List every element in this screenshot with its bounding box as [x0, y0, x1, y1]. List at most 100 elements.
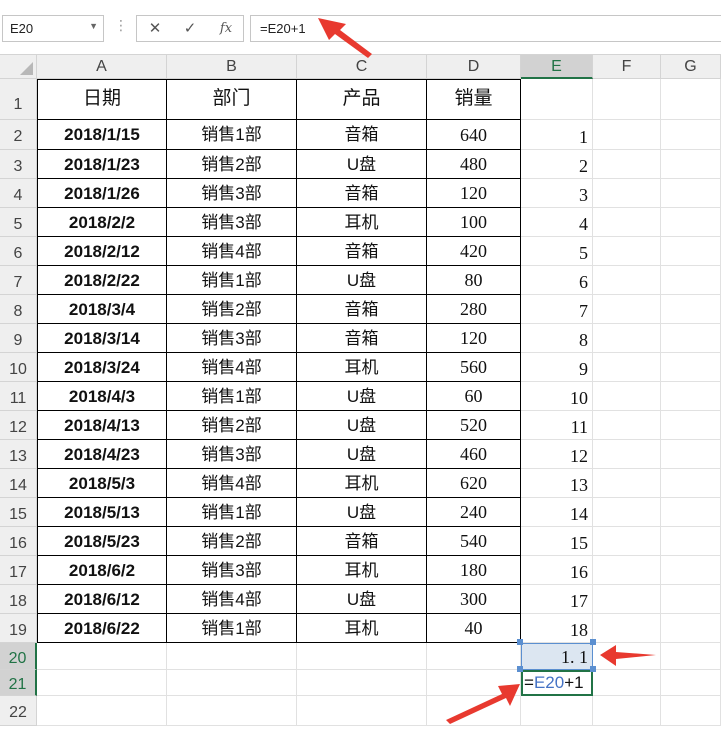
cell-g2[interactable] — [661, 120, 721, 150]
active-cell-e21[interactable]: =E20+1 — [521, 670, 593, 696]
cell-f7[interactable] — [593, 266, 661, 295]
cell-d10[interactable]: 560 — [427, 353, 521, 382]
column-header-g[interactable]: G — [661, 55, 721, 79]
selection-handle-br[interactable] — [590, 666, 596, 672]
cell-a4[interactable]: 2018/1/26 — [37, 179, 167, 208]
cell-a14[interactable]: 2018/5/3 — [37, 469, 167, 498]
cell-a12[interactable]: 2018/4/13 — [37, 411, 167, 440]
cell-b8[interactable]: 销售2部 — [167, 295, 297, 324]
cell-c16[interactable]: 音箱 — [297, 527, 427, 556]
cell-f16[interactable] — [593, 527, 661, 556]
cell-c9[interactable]: 音箱 — [297, 324, 427, 353]
cell-e2[interactable]: 1 — [521, 120, 593, 150]
cell-f4[interactable] — [593, 179, 661, 208]
cell-f18[interactable] — [593, 585, 661, 614]
selection-handle-bl[interactable] — [517, 666, 523, 672]
cell-e6[interactable]: 5 — [521, 237, 593, 266]
cell-a2[interactable]: 2018/1/15 — [37, 120, 167, 150]
cell-f10[interactable] — [593, 353, 661, 382]
row-header-8[interactable]: 8 — [0, 295, 37, 324]
cell-c7[interactable]: U盘 — [297, 266, 427, 295]
cell-f11[interactable] — [593, 382, 661, 411]
cell-a15[interactable]: 2018/5/13 — [37, 498, 167, 527]
cell-g15[interactable] — [661, 498, 721, 527]
cell-g17[interactable] — [661, 556, 721, 585]
cell-e16[interactable]: 15 — [521, 527, 593, 556]
cell-f22[interactable] — [593, 696, 661, 726]
row-header-6[interactable]: 6 — [0, 237, 37, 266]
row-header-13[interactable]: 13 — [0, 440, 37, 469]
cell-d16[interactable]: 540 — [427, 527, 521, 556]
insert-function-icon[interactable]: fx — [214, 19, 238, 39]
column-header-b[interactable]: B — [167, 55, 297, 79]
cell-f21[interactable] — [593, 670, 661, 696]
cell-g14[interactable] — [661, 469, 721, 498]
row-header-1[interactable]: 1 — [0, 79, 37, 120]
cell-c20[interactable] — [297, 643, 427, 670]
cell-g7[interactable] — [661, 266, 721, 295]
column-header-a[interactable]: A — [37, 55, 167, 79]
cell-b19[interactable]: 销售1部 — [167, 614, 297, 643]
cell-g21[interactable] — [661, 670, 721, 696]
drag-handle-icon[interactable]: ⋮ — [114, 18, 128, 32]
cell-b10[interactable]: 销售4部 — [167, 353, 297, 382]
cell-e4[interactable]: 3 — [521, 179, 593, 208]
cell-a13[interactable]: 2018/4/23 — [37, 440, 167, 469]
cell-a5[interactable]: 2018/2/2 — [37, 208, 167, 237]
cell-b2[interactable]: 销售1部 — [167, 120, 297, 150]
cell-b16[interactable]: 销售2部 — [167, 527, 297, 556]
selection-handle-tr[interactable] — [590, 639, 596, 645]
cell-c22[interactable] — [297, 696, 427, 726]
cell-b13[interactable]: 销售3部 — [167, 440, 297, 469]
cell-b4[interactable]: 销售3部 — [167, 179, 297, 208]
cell-g12[interactable] — [661, 411, 721, 440]
cell-d5[interactable]: 100 — [427, 208, 521, 237]
cell-c13[interactable]: U盘 — [297, 440, 427, 469]
cell-b11[interactable]: 销售1部 — [167, 382, 297, 411]
confirm-icon[interactable]: ✓ — [178, 19, 202, 39]
row-header-2[interactable]: 2 — [0, 120, 37, 150]
cell-b3[interactable]: 销售2部 — [167, 150, 297, 179]
cell-g6[interactable] — [661, 237, 721, 266]
cell-a7[interactable]: 2018/2/22 — [37, 266, 167, 295]
cell-e1[interactable] — [521, 79, 593, 120]
cell-g3[interactable] — [661, 150, 721, 179]
selection-handle-tl[interactable] — [517, 639, 523, 645]
cell-b14[interactable]: 销售4部 — [167, 469, 297, 498]
row-header-22[interactable]: 22 — [0, 696, 37, 726]
cell-g8[interactable] — [661, 295, 721, 324]
cell-d12[interactable]: 520 — [427, 411, 521, 440]
row-header-5[interactable]: 5 — [0, 208, 37, 237]
cell-e13[interactable]: 12 — [521, 440, 593, 469]
cell-c6[interactable]: 音箱 — [297, 237, 427, 266]
cell-b7[interactable]: 销售1部 — [167, 266, 297, 295]
header-cell-c[interactable]: 产品 — [297, 79, 427, 120]
cell-c5[interactable]: 耳机 — [297, 208, 427, 237]
chevron-down-icon[interactable]: ▼ — [89, 21, 98, 31]
cell-g5[interactable] — [661, 208, 721, 237]
cell-f19[interactable] — [593, 614, 661, 643]
cell-c14[interactable]: 耳机 — [297, 469, 427, 498]
row-header-21[interactable]: 21 — [0, 670, 37, 696]
cell-e14[interactable]: 13 — [521, 469, 593, 498]
cell-a8[interactable]: 2018/3/4 — [37, 295, 167, 324]
cell-f13[interactable] — [593, 440, 661, 469]
cell-b15[interactable]: 销售1部 — [167, 498, 297, 527]
cell-f1[interactable] — [593, 79, 661, 120]
cell-c21[interactable] — [297, 670, 427, 696]
cell-a19[interactable]: 2018/6/22 — [37, 614, 167, 643]
cell-f5[interactable] — [593, 208, 661, 237]
cell-c19[interactable]: 耳机 — [297, 614, 427, 643]
row-header-17[interactable]: 17 — [0, 556, 37, 585]
row-header-16[interactable]: 16 — [0, 527, 37, 556]
cell-d3[interactable]: 480 — [427, 150, 521, 179]
cell-d19[interactable]: 40 — [427, 614, 521, 643]
cell-d4[interactable]: 120 — [427, 179, 521, 208]
row-header-11[interactable]: 11 — [0, 382, 37, 411]
cell-g20[interactable] — [661, 643, 721, 670]
cell-c3[interactable]: U盘 — [297, 150, 427, 179]
cell-e17[interactable]: 16 — [521, 556, 593, 585]
cell-e5[interactable]: 4 — [521, 208, 593, 237]
cell-d18[interactable]: 300 — [427, 585, 521, 614]
cell-g4[interactable] — [661, 179, 721, 208]
